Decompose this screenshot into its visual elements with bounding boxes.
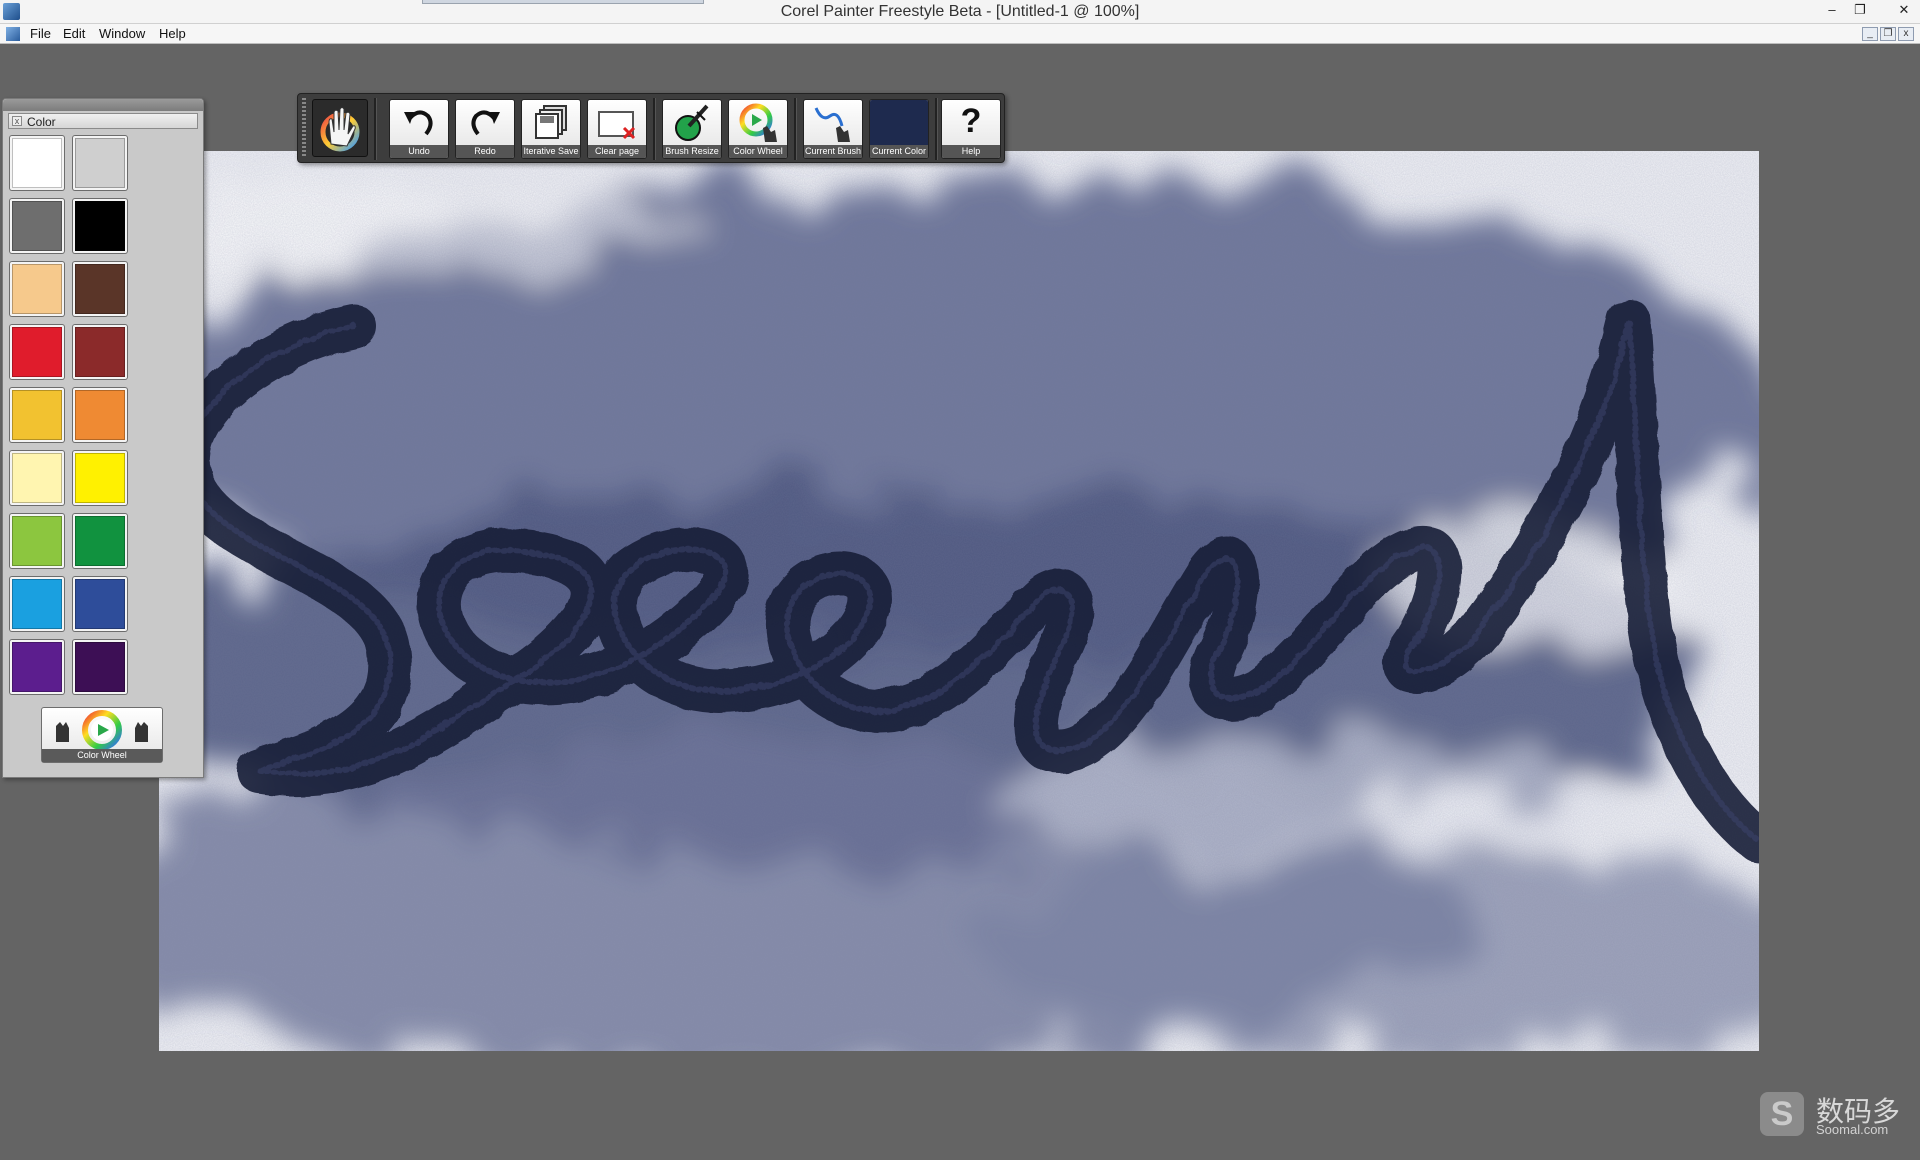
current-brush-label: Current Brush [804, 145, 862, 158]
color-swatch[interactable] [73, 388, 127, 442]
color-wheel-tool-button[interactable]: Color Wheel [728, 99, 788, 159]
color-swatch[interactable] [10, 199, 64, 253]
toolbar-separator [935, 98, 938, 160]
watermark-logo-icon: S [1760, 1092, 1804, 1136]
color-swatch[interactable] [10, 577, 64, 631]
color-swatch[interactable] [73, 199, 127, 253]
brush-resize-icon [675, 104, 709, 141]
current-color-button[interactable]: Current Color [869, 99, 929, 159]
doc-minimize-button[interactable]: _ [1862, 27, 1878, 41]
panel-drag-handle[interactable] [3, 99, 203, 111]
menu-bar: File Edit Window Help _ ❐ x [0, 24, 1920, 44]
color-wheel-icon [56, 710, 148, 750]
panel-close-icon[interactable]: x [12, 116, 22, 126]
undo-label: Undo [390, 145, 448, 158]
drawing-canvas[interactable] [159, 151, 1759, 1051]
color-swatch[interactable] [73, 136, 127, 190]
close-button[interactable]: ✕ [1890, 0, 1918, 22]
color-panel: x Color Color Wheel [2, 98, 204, 778]
color-swatch[interactable] [10, 451, 64, 505]
color-panel-title: Color [27, 115, 56, 129]
minimize-button[interactable]: – [1818, 0, 1846, 22]
color-swatch[interactable] [10, 136, 64, 190]
current-color-label: Current Color [870, 145, 928, 158]
redo-label: Redo [456, 145, 514, 158]
current-brush-icon [814, 107, 850, 142]
color-wheel-button-label: Color Wheel [42, 749, 162, 762]
canvas-artwork [159, 151, 1759, 1051]
color-wheel-button[interactable]: Color Wheel [41, 707, 163, 763]
iterative-save-button[interactable]: Iterative Save [521, 99, 581, 159]
freestyle-logo-button[interactable] [312, 99, 368, 157]
color-swatch[interactable] [10, 325, 64, 379]
color-panel-header: x Color [8, 113, 198, 129]
window-title: Corel Painter Freestyle Beta - [Untitled… [780, 3, 1140, 20]
color-swatch[interactable] [73, 640, 127, 694]
restore-button[interactable]: ❐ [1846, 0, 1874, 22]
watermark-site: Soomal.com [1816, 1122, 1889, 1137]
toolbar-drag-handle[interactable] [302, 98, 306, 158]
color-swatch[interactable] [73, 577, 127, 631]
color-swatch[interactable] [73, 262, 127, 316]
color-wheel-tool-label: Color Wheel [729, 145, 787, 158]
doc-close-button[interactable]: x [1898, 27, 1914, 41]
color-swatch[interactable] [10, 388, 64, 442]
watermark: S 数码多 Soomal.com [1760, 1090, 1920, 1140]
current-brush-button[interactable]: Current Brush [803, 99, 863, 159]
brush-resize-label: Brush Resize [663, 145, 721, 158]
toolbar-separator [794, 98, 797, 160]
help-icon: ? [960, 102, 982, 140]
document-icon[interactable] [6, 27, 20, 41]
hand-logo-icon [320, 107, 360, 152]
help-button[interactable]: ? Help [941, 99, 1001, 159]
toolbar-separator [374, 98, 377, 160]
clear-page-icon [598, 111, 636, 140]
color-swatch[interactable] [10, 514, 64, 568]
undo-button[interactable]: Undo [389, 99, 449, 159]
current-color-swatch [870, 100, 928, 145]
color-swatch[interactable] [73, 514, 127, 568]
color-swatch[interactable] [10, 262, 64, 316]
doc-restore-button[interactable]: ❐ [1880, 27, 1896, 41]
redo-button[interactable]: Redo [455, 99, 515, 159]
brush-resize-button[interactable]: Brush Resize [662, 99, 722, 159]
title-bar: Corel Painter Freestyle Beta - [Untitled… [0, 0, 1920, 24]
clear-page-button[interactable]: Clear page [587, 99, 647, 159]
menu-file[interactable]: File [30, 26, 51, 41]
menu-edit[interactable]: Edit [63, 26, 85, 41]
color-swatch[interactable] [10, 640, 64, 694]
main-toolbar: Undo Redo Iterative Save Clear page Brus… [297, 93, 1005, 163]
menu-window[interactable]: Window [99, 26, 145, 41]
help-label: Help [942, 145, 1000, 158]
color-swatch[interactable] [73, 325, 127, 379]
color-swatch[interactable] [73, 451, 127, 505]
undo-icon [404, 110, 433, 136]
toolbar-separator [653, 98, 656, 160]
clear-page-label: Clear page [588, 145, 646, 158]
iterative-save-label: Iterative Save [522, 145, 580, 158]
menu-help[interactable]: Help [159, 26, 186, 41]
color-wheel-tool-icon [739, 103, 777, 142]
iterative-save-icon [535, 105, 567, 139]
redo-icon [471, 110, 500, 136]
